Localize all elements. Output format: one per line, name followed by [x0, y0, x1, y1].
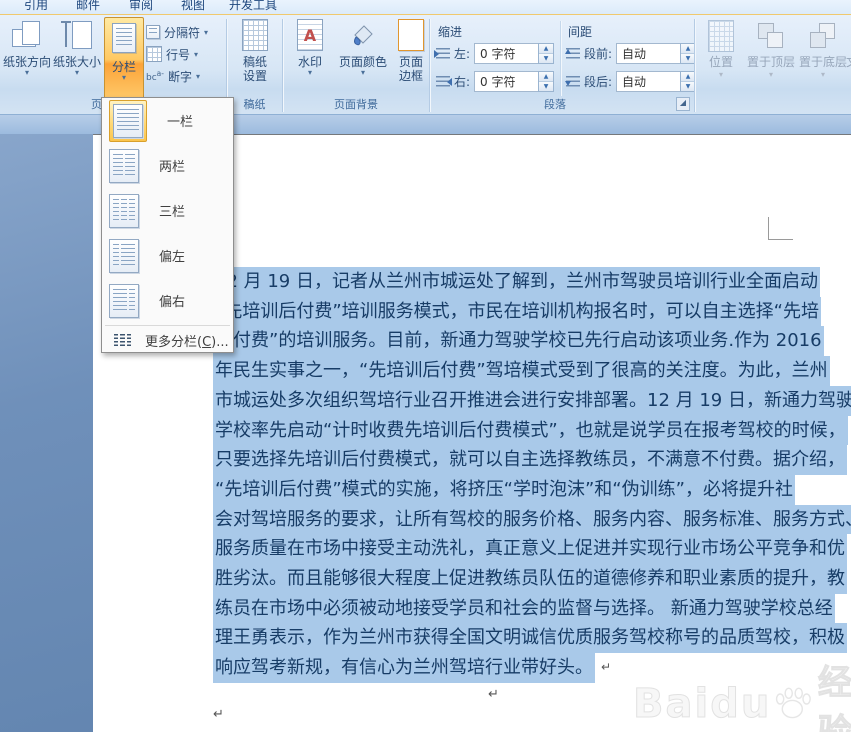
menu-item-three-columns[interactable]: 三栏	[102, 188, 233, 233]
text-line[interactable]: “先培训后付费”模式的实施，将挤压“学时泡沫”和“伪训练”，必将提升社	[213, 474, 795, 505]
menu-item-left[interactable]: 偏左	[102, 233, 233, 278]
indent-right-icon	[436, 75, 452, 88]
spacing-after-input[interactable]: 自动 ▲ ▼	[616, 71, 697, 92]
text-line[interactable]: 理王勇表示，作为兰州市获得全国文明诚信优质服务驾校称号的品质驾校，积极	[213, 623, 847, 654]
group-label-grid-paper: 稿纸	[243, 98, 266, 111]
page-orientation-icon	[10, 19, 44, 51]
group-separator	[694, 19, 695, 112]
position-icon	[708, 20, 734, 52]
grid-paper-icon	[242, 19, 268, 51]
text-line[interactable]: 会对驾培服务的要求，让所有驾校的服务价格、服务内容、服务标准、服务方式、	[213, 504, 851, 535]
spacing-after-row: 段后: 自动 ▲ ▼	[565, 71, 697, 92]
grid-paper-settings-button[interactable]: 稿纸 设置	[230, 17, 280, 99]
breaks-button[interactable]: 分隔符 ▾	[146, 23, 208, 41]
columns-icon	[112, 23, 136, 53]
breaks-icon	[146, 25, 160, 39]
chevron-down-icon: ▾	[24, 68, 29, 77]
indent-right-input[interactable]: 0 字符 ▲ ▼	[474, 71, 555, 92]
document-text[interactable]: 12 月 19 日，记者从兰州市城运处了解到，兰州市驾驶员培训行业全面启动 “先…	[213, 267, 851, 683]
menu-item-two-columns[interactable]: 两栏	[102, 143, 233, 188]
chevron-down-icon: ▾	[74, 68, 79, 77]
word-window: 引用 邮件 审阅 视图 开发工具 纸张方向 ▾ 纸张大小 ▾ 分栏 ▾ 分隔符 …	[0, 0, 851, 732]
text-line[interactable]: 服务质量在市场中接受主动洗礼，真正意义上促进并实现行业市场公平竞争和优	[213, 534, 847, 565]
spacing-before-row: 段前: 自动 ▲ ▼	[565, 43, 697, 64]
paragraph-dialog-launcher[interactable]: ◢	[676, 97, 690, 111]
menu-item-right[interactable]: 偏右	[102, 278, 233, 323]
menu-item-more-columns[interactable]: 更多分栏(C)...	[102, 328, 233, 352]
right-columns-icon	[109, 283, 139, 318]
hyphenation-button[interactable]: bca- 断字 ▾	[146, 67, 200, 85]
text-line[interactable]: “先培训后付费”培训服务模式，市民在培训机构报名时，可以自主选择“先培	[213, 296, 821, 327]
text-line[interactable]: 后付费”的培训服务。目前，新通力驾驶学校已先行启动该项业务.作为 2016	[213, 326, 824, 357]
group-label-paragraph: 段落	[544, 98, 566, 111]
chevron-down-icon: ▾	[121, 73, 126, 82]
text-line[interactable]: 只要选择先培训后付费模式，就可以自主选择教练员，不满意不付费。据介绍，	[213, 445, 847, 475]
two-columns-icon	[109, 148, 139, 183]
more-columns-icon	[114, 334, 131, 346]
paragraph-mark-icon: ↵	[488, 687, 499, 702]
text-line[interactable]: 学校率先启动“计时收费先培训后付费模式”，也就是说学员在报考驾校的时候，	[213, 415, 848, 446]
spacing-before-input[interactable]: 自动 ▲ ▼	[616, 43, 697, 64]
page-size-icon	[60, 19, 94, 51]
spacing-after-icon	[565, 75, 580, 88]
tab-references[interactable]: 引用	[24, 0, 48, 13]
text-line[interactable]: 年民生实事之一，“先培训后付费”驾培模式受到了很高的关注度。为此，兰州	[213, 356, 830, 386]
page-orientation-button[interactable]: 纸张方向 ▾	[2, 17, 52, 99]
hyphenation-icon: bca-	[146, 69, 164, 83]
ribbon-tab-strip: 引用 邮件 审阅 视图 开发工具	[0, 0, 851, 15]
indent-left-icon	[434, 47, 450, 60]
text-line[interactable]: 胜劣汰。而且能够很大程度上促进教练员队伍的道德修养和职业素质的提升，教	[213, 564, 847, 594]
spinner[interactable]: ▲ ▼	[538, 71, 555, 92]
menu-separator	[105, 325, 230, 326]
spacing-before-icon	[565, 47, 580, 60]
watermark-button[interactable]: A 水印 ▾	[288, 17, 332, 99]
baidu-paw-icon	[776, 687, 812, 719]
position-button: 位置 ▾	[700, 19, 742, 79]
baidu-logo-text: Baidu	[632, 681, 772, 728]
line-numbers-button[interactable]: 行号 ▾	[146, 45, 198, 63]
group-label-page-background: 页面背景	[334, 98, 378, 111]
text-line[interactable]: 练员在市场中必须被动地接受学员和社会的监督与选择。 新通力驾驶学校总经	[213, 593, 835, 624]
text-line[interactable]: 市城运处多次组织驾培行业召开推进会进行安排部署。12 月 19 日，新通力驾驶	[213, 385, 851, 416]
jingyan-logo-text: 经验	[817, 663, 851, 732]
paragraph-mark-icon: ↵	[213, 707, 224, 722]
tab-mailings[interactable]: 邮件	[76, 0, 100, 13]
chevron-down-icon: ▾	[307, 68, 312, 77]
page-borders-button[interactable]: 页面 边框	[394, 17, 428, 99]
tab-developer[interactable]: 开发工具	[229, 0, 277, 13]
margin-crop-mark	[768, 217, 793, 240]
paragraph-mark-icon: ↵	[601, 660, 612, 675]
indent-section-label: 缩进	[438, 25, 463, 39]
columns-dropdown-menu: 一栏 两栏 三栏 偏左 偏右 更多分栏(C)...	[101, 97, 234, 353]
watermark-icon: A	[297, 19, 323, 51]
indent-right-row: 右: 0 字符 ▲ ▼	[436, 71, 555, 92]
page-borders-icon	[398, 19, 424, 51]
tab-view[interactable]: 视图	[181, 0, 205, 13]
indent-left-input[interactable]: 0 字符 ▲ ▼	[474, 43, 555, 64]
column-divider	[560, 21, 561, 96]
chevron-down-icon: ▾	[360, 68, 365, 77]
three-columns-icon	[109, 193, 139, 228]
page-size-button[interactable]: 纸张大小 ▾	[52, 17, 102, 99]
clipped-arrange-button: 文	[846, 19, 851, 70]
indent-left-row: 左: 0 字符 ▲ ▼	[434, 43, 555, 64]
baidu-watermark: Baidu 经验 jingyan.baidu.com	[632, 655, 851, 732]
send-to-back-button: 置于底层 ▾	[798, 19, 848, 79]
line-numbers-icon	[146, 46, 162, 62]
page-color-button[interactable]: 页面颜色 ▾	[334, 17, 392, 99]
one-column-icon	[113, 103, 143, 138]
text-line[interactable]: 12 月 19 日，记者从兰州市城运处了解到，兰州市驾驶员培训行业全面启动	[213, 267, 820, 297]
menu-item-one-column[interactable]: 一栏	[102, 98, 233, 143]
spacing-section-label: 间距	[568, 25, 593, 39]
left-columns-icon	[109, 238, 139, 273]
spinner[interactable]: ▲ ▼	[538, 43, 555, 64]
tab-review[interactable]: 审阅	[129, 0, 153, 13]
paint-bucket-icon	[354, 25, 373, 46]
bring-to-front-button: 置于顶层 ▾	[746, 19, 796, 79]
